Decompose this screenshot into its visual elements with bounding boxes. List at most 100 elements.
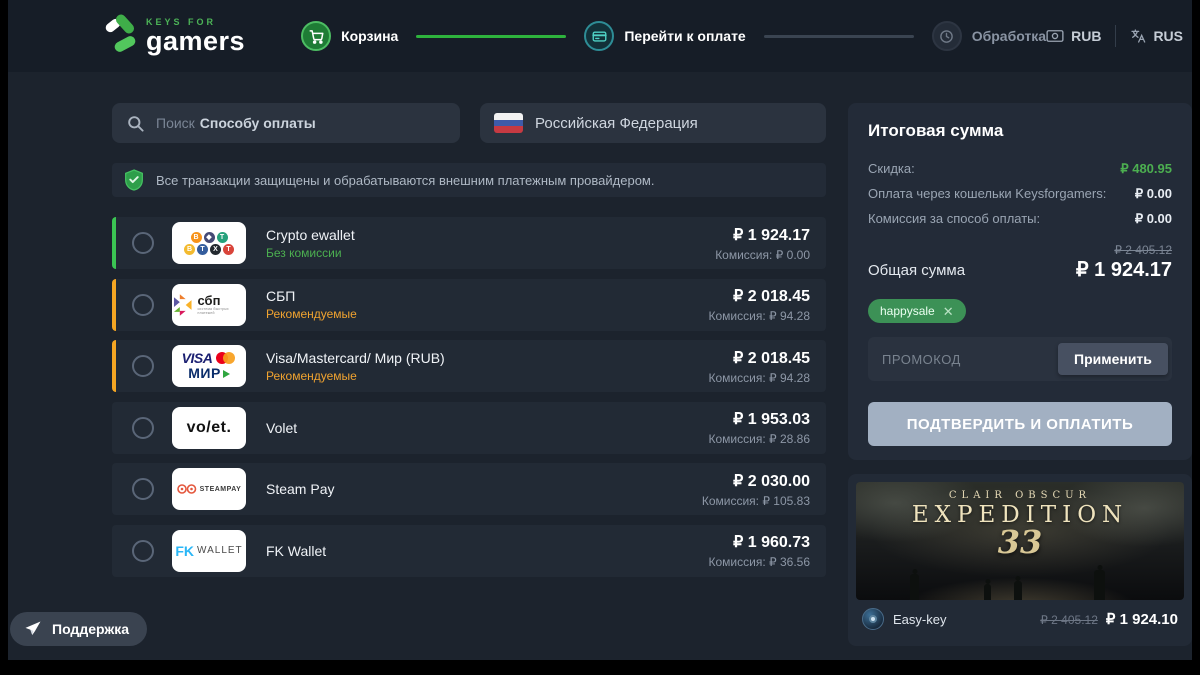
russia-flag-icon <box>494 113 523 133</box>
header-right: RUB RUS <box>1046 25 1183 47</box>
clock-icon <box>932 21 962 51</box>
payment-fee: Комиссия: ₽ 0.00 <box>715 248 810 262</box>
step-processing-label: Обработка <box>972 28 1046 44</box>
payment-method-row[interactable]: FKWALLET FK Wallet ₽ 1 960.73 Комиссия: … <box>112 525 826 577</box>
payment-method-list: B◆TBTXT Crypto ewallet Без комиссии ₽ 1 … <box>112 217 826 577</box>
banknote-icon <box>1046 29 1064 43</box>
country-selector[interactable]: Российская Федерация <box>480 103 826 143</box>
summary-row: Комиссия за способ оплаты: ₽ 0.00 <box>868 211 1172 227</box>
logo-main-text: gamers <box>146 28 245 55</box>
summary-row: Оплата через кошельки Keysforgamers: ₽ 0.… <box>868 186 1172 202</box>
checkout-steps: Корзина Перейти к оплате Обработка <box>301 21 1046 51</box>
payment-method-row[interactable]: B◆TBTXT Crypto ewallet Без комиссии ₽ 1 … <box>112 217 826 269</box>
fk-wallet-logo: FKWALLET <box>172 530 246 572</box>
total-label: Общая сумма <box>868 262 965 279</box>
payment-radio[interactable] <box>132 294 154 316</box>
payment-note: Без комиссии <box>266 246 355 260</box>
product-title-line3: 33 <box>856 528 1184 557</box>
product-card: CLAIR OBSCUR EXPEDITION 33 Easy-key ₽ 2 … <box>848 474 1192 646</box>
steam-icon <box>862 608 884 630</box>
remove-promo-icon[interactable]: ✕ <box>943 305 954 318</box>
payment-search-input[interactable]: Поиск Способу оплаты <box>112 103 460 143</box>
paper-plane-icon <box>24 620 42 638</box>
summary-row-value: ₽ 0.00 <box>1135 211 1172 227</box>
currency-selector[interactable]: RUB <box>1046 28 1101 44</box>
card-icon <box>584 21 614 51</box>
payment-name: СБП <box>266 288 357 304</box>
crypto-ewallet-logo: B◆TBTXT <box>172 222 246 264</box>
step-processing: Обработка <box>932 21 1046 51</box>
payment-name: Visa/Mastercard/ Мир (RUB) <box>266 350 445 366</box>
summary-row: Скидка:₽ 480.95 <box>868 161 1172 177</box>
step-progress-line-2 <box>764 35 914 38</box>
checkout-page: KEYS FOR gamers Корзина Перейти к оплате <box>8 0 1192 660</box>
order-summary-panel: Итоговая сумма Скидка:₽ 480.95Оплата чер… <box>848 103 1192 460</box>
support-button[interactable]: Поддержка <box>10 612 147 646</box>
payment-name: FK Wallet <box>266 543 326 559</box>
promo-tag-label: happysale <box>880 304 935 318</box>
total-row: Общая сумма ₽ 2 405.12 ₽ 1 924.17 <box>868 243 1172 282</box>
search-placeholder-prefix: Поиск <box>156 115 195 131</box>
step-cart-label: Корзина <box>341 28 398 44</box>
summary-row-label: Комиссия за способ оплаты: <box>868 211 1040 226</box>
payment-method-row[interactable]: vo/et. Volet ₽ 1 953.03 Комиссия: ₽ 28.8… <box>112 402 826 454</box>
logo-k-icon <box>104 19 138 53</box>
apply-promo-button[interactable]: Применить <box>1058 343 1168 375</box>
volet-logo: vo/et. <box>172 407 246 449</box>
currency-label: RUB <box>1071 28 1101 44</box>
product-artwork: CLAIR OBSCUR EXPEDITION 33 <box>856 482 1184 600</box>
shield-check-icon <box>124 169 144 191</box>
support-label: Поддержка <box>52 621 129 637</box>
payment-fee: Комиссия: ₽ 94.28 <box>709 309 810 323</box>
payment-method-row[interactable]: VISAМИР Visa/Mastercard/ Мир (RUB) Реком… <box>112 340 826 392</box>
product-footer: Easy-key ₽ 2 405.12 ₽ 1 924.10 <box>856 600 1184 638</box>
sbp-logo: сбпсистема быстрых платежей <box>172 284 246 326</box>
payment-method-row[interactable]: STEAMPAY Steam Pay ₽ 2 030.00 Комиссия: … <box>112 463 826 515</box>
site-logo[interactable]: KEYS FOR gamers <box>104 18 245 55</box>
summary-rows: Скидка:₽ 480.95 Оплата через кошельки Key… <box>868 161 1172 227</box>
payment-fee: Комиссия: ₽ 105.83 <box>702 494 810 508</box>
figure-silhouette <box>984 584 991 600</box>
payment-name: Crypto ewallet <box>266 227 355 243</box>
product-price: ₽ 1 924.10 <box>1106 610 1178 628</box>
step-cart[interactable]: Корзина <box>301 21 398 51</box>
payment-fee: Комиссия: ₽ 28.86 <box>709 432 810 446</box>
step-payment-label: Перейти к оплате <box>624 28 745 44</box>
payment-name: Steam Pay <box>266 481 334 497</box>
language-selector[interactable]: RUS <box>1130 28 1183 44</box>
translate-icon <box>1130 28 1146 44</box>
total-new-price: ₽ 1 924.17 <box>1076 257 1172 282</box>
payment-radio[interactable] <box>132 232 154 254</box>
payment-method-row[interactable]: сбпсистема быстрых платежей СБП Рекоменд… <box>112 279 826 331</box>
summary-row-label: Оплата через кошельки Keysforgamers: <box>868 186 1106 201</box>
payment-price: ₽ 2 030.00 <box>702 471 810 491</box>
payment-price: ₽ 2 018.45 <box>709 286 810 306</box>
payment-radio[interactable] <box>132 478 154 500</box>
promo-code-input[interactable] <box>882 352 1058 367</box>
confirm-pay-button[interactable]: ПОДТВЕРДИТЬ И ОПЛАТИТЬ <box>868 402 1172 446</box>
language-label: RUS <box>1153 28 1183 44</box>
country-label: Российская Федерация <box>535 115 698 132</box>
payment-note: Рекомендуемые <box>266 307 357 321</box>
search-icon <box>126 114 145 133</box>
payment-radio[interactable] <box>132 355 154 377</box>
payment-fee: Комиссия: ₽ 94.28 <box>709 371 810 385</box>
promo-code-box: Применить <box>868 337 1172 381</box>
payment-note: Рекомендуемые <box>266 369 445 383</box>
steam-pay-logo: STEAMPAY <box>172 468 246 510</box>
payment-radio[interactable] <box>132 540 154 562</box>
summary-row-value: ₽ 0.00 <box>1135 186 1172 202</box>
step-progress-line-1 <box>416 35 566 38</box>
payment-name: Volet <box>266 420 297 436</box>
visa-mastercard-mir-logo: VISAМИР <box>172 345 246 387</box>
cart-icon <box>301 21 331 51</box>
product-title-line1: CLAIR OBSCUR <box>856 490 1184 501</box>
payment-fee: Комиссия: ₽ 36.56 <box>709 555 810 569</box>
summary-row-label: Скидка: <box>868 161 915 176</box>
step-payment[interactable]: Перейти к оплате <box>584 21 745 51</box>
payment-price: ₽ 1 960.73 <box>709 532 810 552</box>
payment-price: ₽ 1 953.03 <box>709 409 810 429</box>
payment-radio[interactable] <box>132 417 154 439</box>
payment-price: ₽ 2 018.45 <box>709 348 810 368</box>
figure-silhouette <box>1094 570 1105 600</box>
